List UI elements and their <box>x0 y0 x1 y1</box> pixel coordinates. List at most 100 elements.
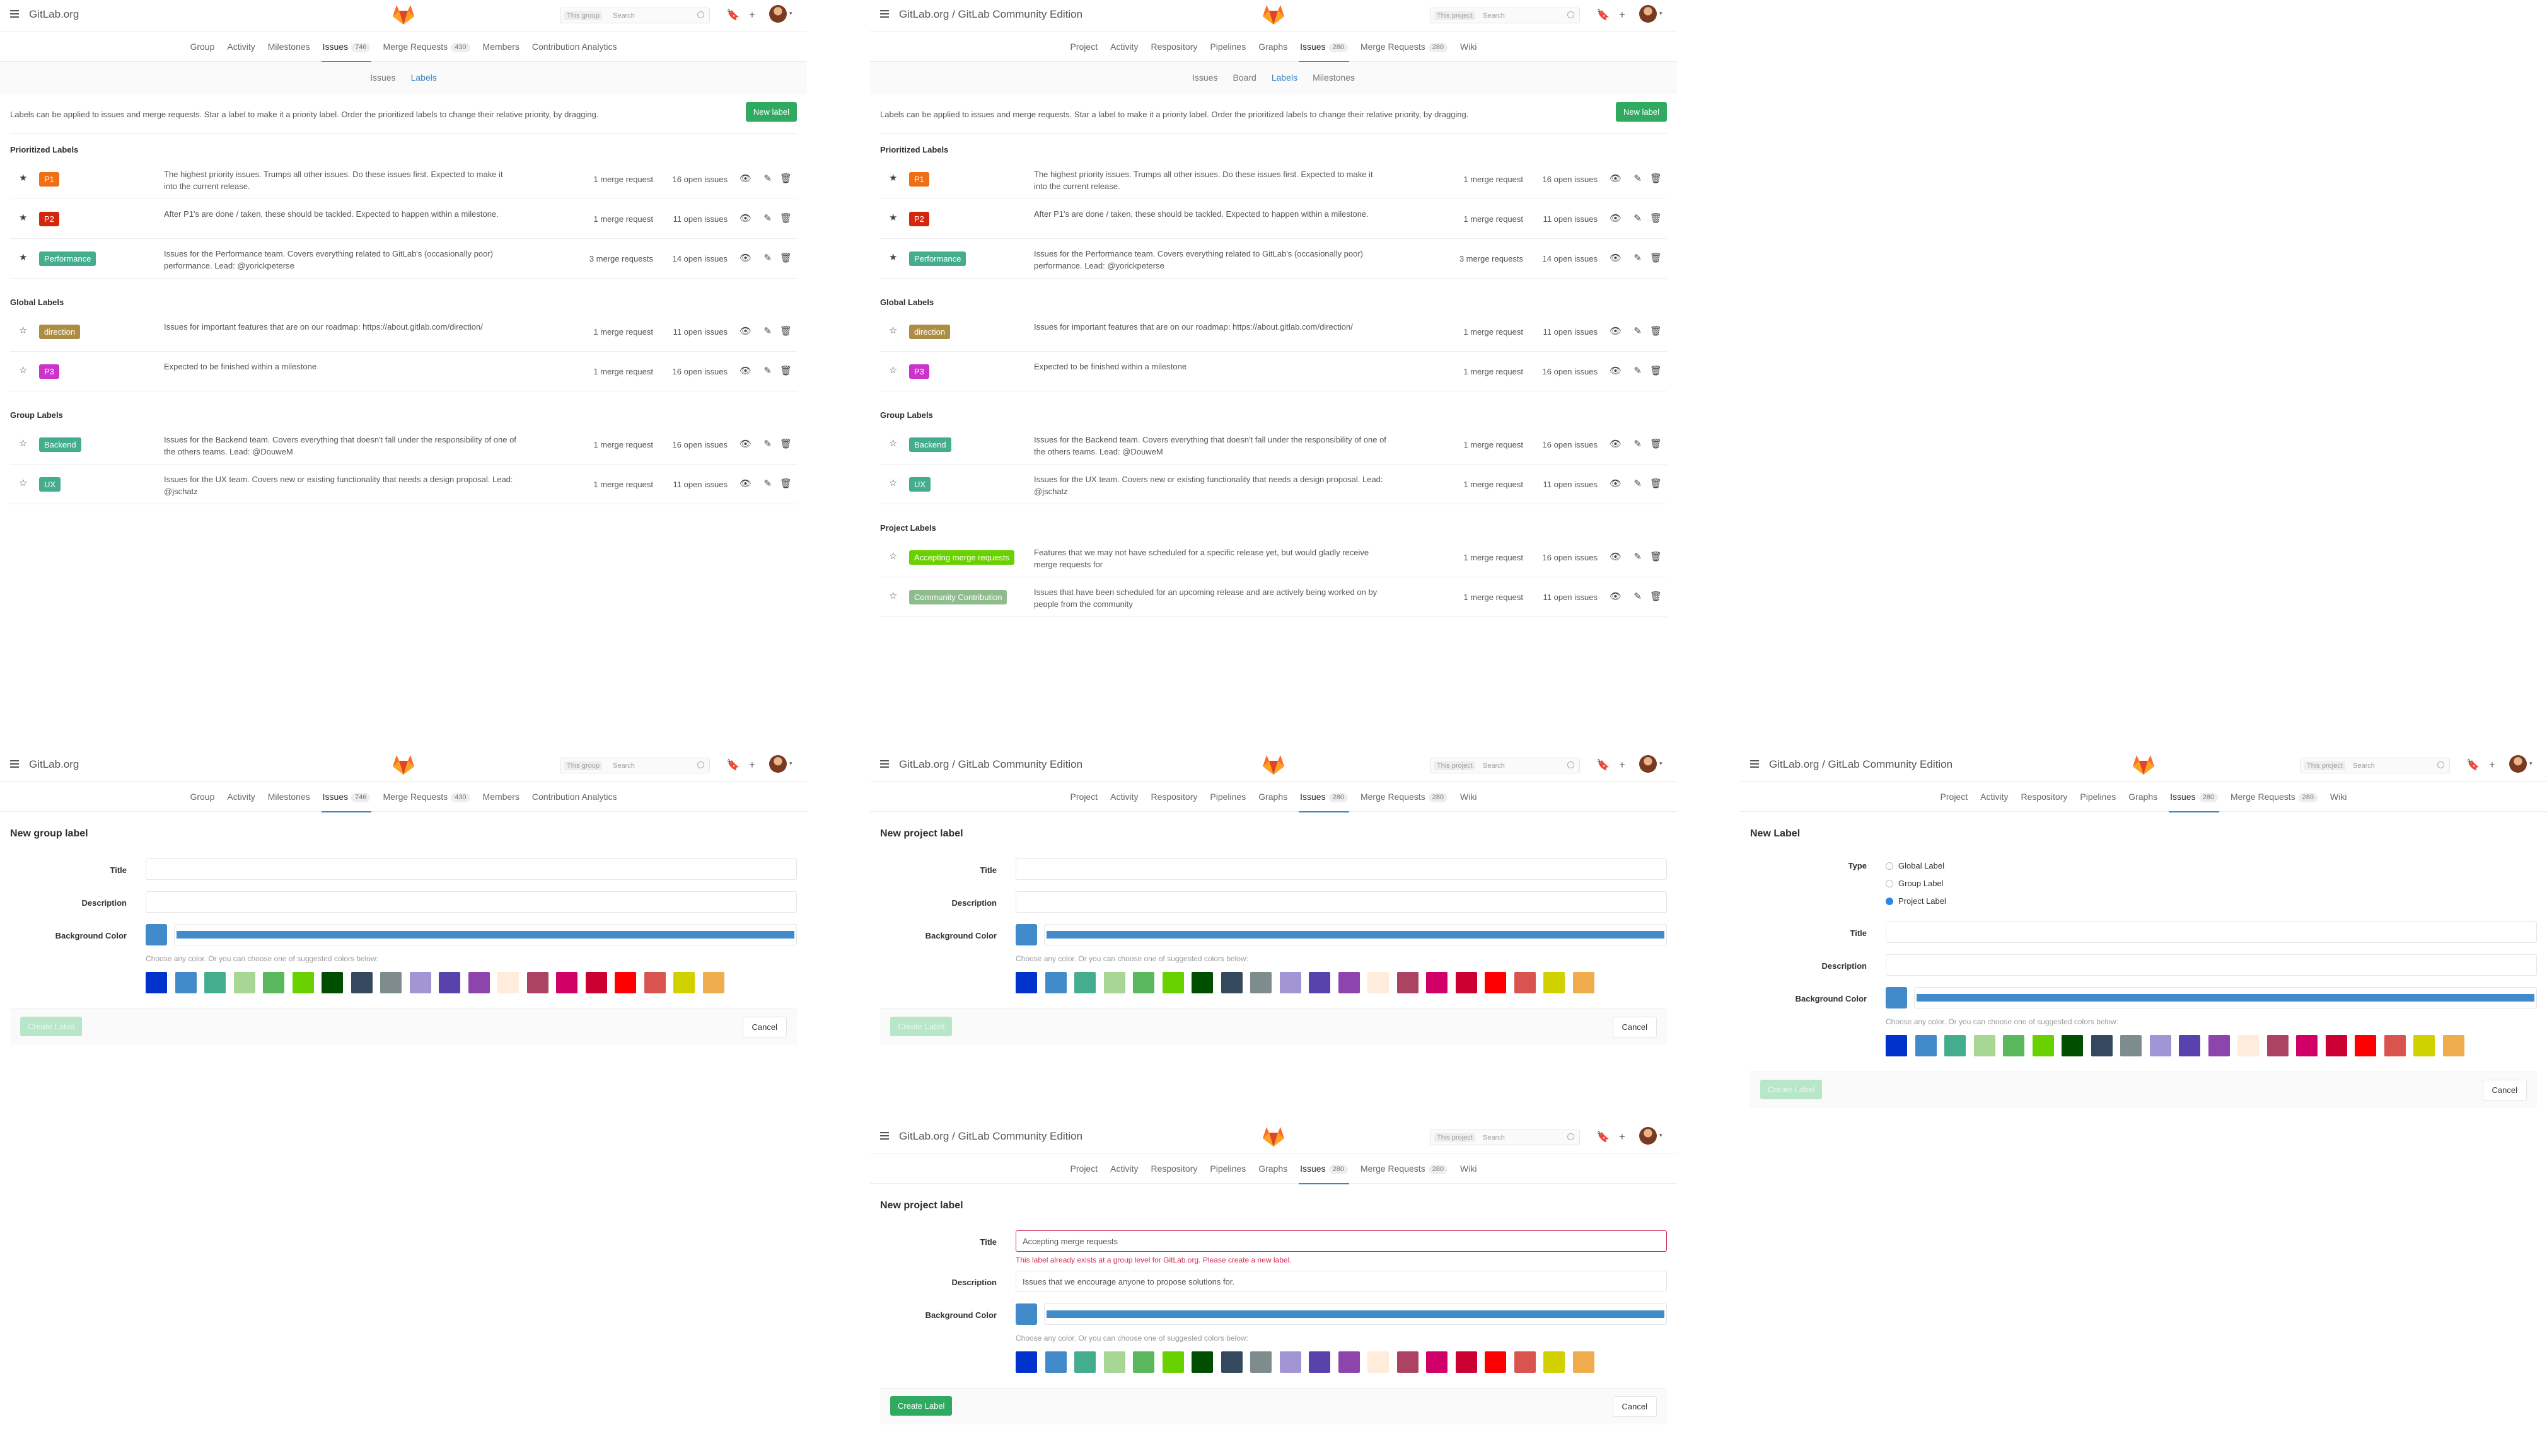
delete-trash-icon[interactable]: 🗑 <box>1650 212 1662 224</box>
hamburger-menu-icon[interactable] <box>880 10 889 18</box>
color-swatch[interactable] <box>1455 1351 1477 1373</box>
label-badge[interactable]: P2 <box>909 212 929 226</box>
color-swatch[interactable] <box>1103 972 1125 993</box>
edit-icon[interactable]: ✎ <box>763 325 772 337</box>
edit-icon[interactable]: ✎ <box>1633 173 1642 184</box>
color-swatch[interactable] <box>439 972 460 993</box>
star-empty-icon[interactable]: ☆ <box>19 364 27 376</box>
subscribe-eye-icon[interactable]: 👁 <box>1610 212 1622 224</box>
color-swatch[interactable] <box>1016 1351 1037 1373</box>
subscribe-eye-icon[interactable]: 👁 <box>1610 551 1622 562</box>
color-preview-swatch[interactable] <box>146 924 167 945</box>
star-empty-icon[interactable]: ☆ <box>889 550 897 562</box>
search-input[interactable]: This group Search <box>560 758 710 773</box>
label-badge[interactable]: P1 <box>39 172 59 187</box>
hamburger-menu-icon[interactable] <box>10 760 19 768</box>
tab-milestones[interactable]: Milestones <box>262 782 316 812</box>
color-swatch[interactable] <box>1367 972 1389 993</box>
tab-merge-requests[interactable]: Merge Requests 430 <box>376 782 476 812</box>
star-filled-icon[interactable]: ★ <box>19 212 27 223</box>
open-issues-link[interactable]: 16 open issues <box>673 175 728 184</box>
edit-icon[interactable]: ✎ <box>1633 212 1642 224</box>
merge-requests-link[interactable]: 1 merge request <box>1463 367 1523 376</box>
color-preview-swatch[interactable] <box>1016 924 1037 945</box>
color-swatch[interactable] <box>1367 1351 1389 1373</box>
title-input[interactable]: Accepting merge requests <box>1016 1230 1667 1252</box>
tab-respository[interactable]: Respository <box>1144 32 1204 62</box>
subtab-labels[interactable]: Labels <box>1264 62 1305 93</box>
new-item-plus-icon[interactable]: + <box>2489 759 2495 771</box>
color-swatch[interactable] <box>556 972 577 993</box>
tab-pipelines[interactable]: Pipelines <box>2074 782 2122 812</box>
color-swatch[interactable] <box>1572 972 1594 993</box>
color-swatch[interactable] <box>1074 1351 1096 1373</box>
new-item-plus-icon[interactable]: + <box>1619 759 1625 771</box>
delete-trash-icon[interactable]: 🗑 <box>780 438 792 449</box>
subscribe-eye-icon[interactable]: 👁 <box>740 212 751 224</box>
delete-trash-icon[interactable]: 🗑 <box>1650 173 1662 184</box>
star-empty-icon[interactable]: ☆ <box>889 364 897 376</box>
color-swatch[interactable] <box>702 972 724 993</box>
create-label-button[interactable]: Create Label <box>890 1017 953 1036</box>
gitlab-logo-icon[interactable] <box>392 754 415 775</box>
create-label-button[interactable]: Create Label <box>1760 1080 1823 1099</box>
open-issues-link[interactable]: 16 open issues <box>1543 440 1598 449</box>
user-avatar[interactable] <box>1639 755 1657 773</box>
tab-wiki[interactable]: Wiki <box>1454 1153 1483 1184</box>
color-swatch[interactable] <box>2120 1035 2142 1056</box>
color-value-input[interactable] <box>1044 1303 1667 1325</box>
user-avatar[interactable] <box>2509 755 2527 773</box>
color-swatch[interactable] <box>1221 1351 1243 1373</box>
breadcrumb-title[interactable]: GitLab.org / GitLab Community Edition <box>1769 758 1952 771</box>
subscribe-eye-icon[interactable]: 👁 <box>740 365 751 376</box>
tab-merge-requests[interactable]: Merge Requests 280 <box>1354 32 1454 62</box>
gitlab-logo-icon[interactable] <box>1262 4 1285 25</box>
tab-contribution-analytics[interactable]: Contribution Analytics <box>526 782 624 812</box>
search-input[interactable]: This project Search <box>1430 758 1580 773</box>
label-badge[interactable]: P3 <box>39 364 59 379</box>
tab-members[interactable]: Members <box>477 32 526 62</box>
color-swatch[interactable] <box>1309 972 1330 993</box>
merge-requests-link[interactable]: 1 merge request <box>1463 592 1523 602</box>
breadcrumb-title[interactable]: GitLab.org <box>29 8 79 21</box>
chevron-down-icon[interactable]: ▾ <box>1659 1132 1662 1139</box>
open-issues-link[interactable]: 11 open issues <box>1543 480 1598 489</box>
new-item-plus-icon[interactable]: + <box>749 759 755 771</box>
color-swatch[interactable] <box>497 972 519 993</box>
edit-icon[interactable]: ✎ <box>763 438 772 449</box>
tab-graphs[interactable]: Graphs <box>1252 782 1294 812</box>
user-avatar[interactable] <box>769 755 787 773</box>
tab-graphs[interactable]: Graphs <box>1252 1153 1294 1184</box>
tab-project[interactable]: Project <box>1064 32 1105 62</box>
delete-trash-icon[interactable]: 🗑 <box>1650 551 1662 562</box>
merge-requests-link[interactable]: 1 merge request <box>593 214 653 224</box>
title-input[interactable] <box>1016 858 1667 880</box>
user-avatar[interactable] <box>1639 1127 1657 1145</box>
subscribe-eye-icon[interactable]: 👁 <box>1610 365 1622 376</box>
open-issues-link[interactable]: 11 open issues <box>1543 214 1598 224</box>
tab-activity[interactable]: Activity <box>1104 1153 1144 1184</box>
label-badge[interactable]: UX <box>909 477 931 492</box>
color-swatch[interactable] <box>175 972 197 993</box>
merge-requests-link[interactable]: 1 merge request <box>1463 480 1523 489</box>
subscribe-eye-icon[interactable]: 👁 <box>740 325 751 337</box>
color-swatch[interactable] <box>1192 972 1213 993</box>
color-swatch[interactable] <box>322 972 343 993</box>
label-badge[interactable]: Community Contribution <box>909 590 1007 604</box>
tab-wiki[interactable]: Wiki <box>2324 782 2353 812</box>
todo-icon[interactable]: 🔖 <box>1596 1131 1610 1143</box>
edit-icon[interactable]: ✎ <box>1633 438 1642 449</box>
color-swatch[interactable] <box>263 972 284 993</box>
color-swatch[interactable] <box>1338 972 1360 993</box>
color-preview-swatch[interactable] <box>1016 1303 1037 1325</box>
color-swatch[interactable] <box>1016 972 1037 993</box>
open-issues-link[interactable]: 14 open issues <box>673 254 728 263</box>
open-issues-link[interactable]: 16 open issues <box>673 440 728 449</box>
open-issues-link[interactable]: 16 open issues <box>1543 367 1598 376</box>
chevron-down-icon[interactable]: ▾ <box>2529 760 2532 767</box>
color-swatch[interactable] <box>1485 972 1506 993</box>
subscribe-eye-icon[interactable]: 👁 <box>1610 325 1622 337</box>
color-swatch[interactable] <box>673 972 695 993</box>
open-issues-link[interactable]: 16 open issues <box>673 367 728 376</box>
edit-icon[interactable]: ✎ <box>763 478 772 489</box>
